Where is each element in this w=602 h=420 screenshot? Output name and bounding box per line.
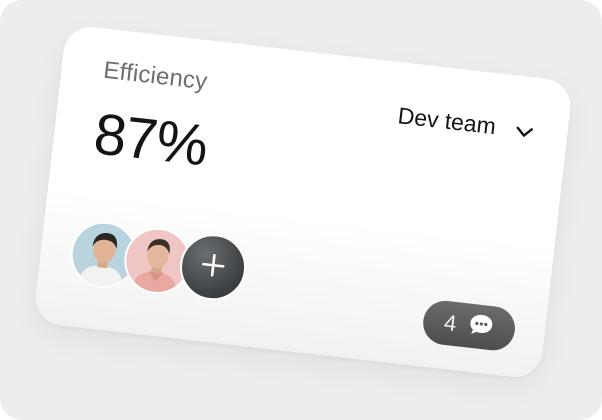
plus-icon bbox=[198, 250, 227, 284]
team-dropdown[interactable]: Dev team bbox=[396, 102, 535, 144]
chat-bubble-icon bbox=[467, 311, 496, 343]
team-members bbox=[67, 218, 294, 312]
add-member-button[interactable] bbox=[176, 230, 250, 304]
comment-count: 4 bbox=[442, 309, 458, 337]
canvas: Efficiency 87% Dev team 4 bbox=[0, 0, 602, 420]
efficiency-card: Efficiency 87% Dev team 4 bbox=[32, 24, 574, 380]
comments-button[interactable]: 4 bbox=[420, 298, 518, 353]
card-title: Efficiency bbox=[102, 56, 209, 96]
chevron-down-icon bbox=[515, 123, 534, 137]
efficiency-value: 87% bbox=[90, 101, 211, 179]
team-dropdown-label: Dev team bbox=[396, 102, 498, 140]
